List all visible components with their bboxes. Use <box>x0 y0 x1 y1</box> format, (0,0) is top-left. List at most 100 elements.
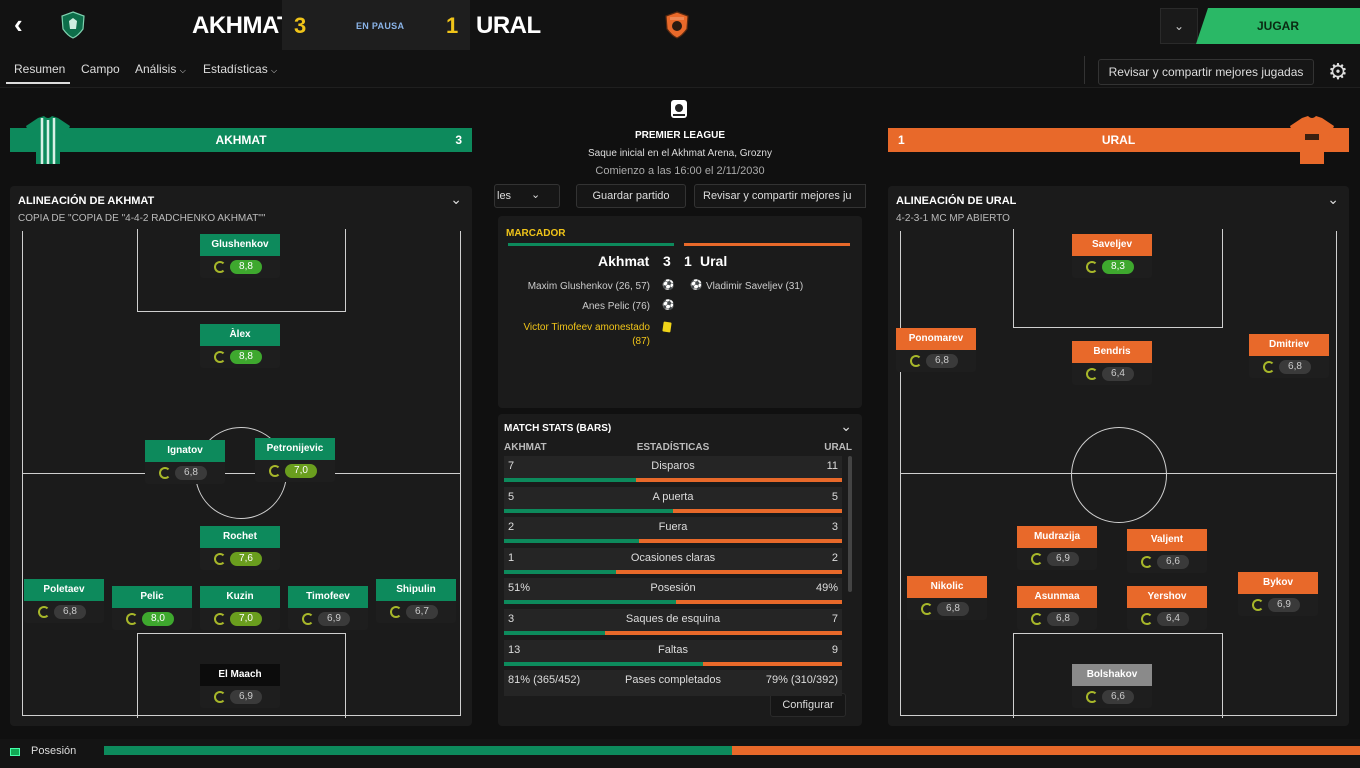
stat-home-value: 3 <box>508 613 515 625</box>
player-name[interactable]: Yershov <box>1127 586 1207 608</box>
player-name[interactable]: Petronijevic <box>255 438 335 460</box>
player-name[interactable]: Valjent <box>1127 529 1207 551</box>
chevron-down-icon: ⌄ <box>531 189 541 201</box>
active-tab-indicator <box>6 82 70 84</box>
player-name[interactable]: Bolshakov <box>1072 664 1152 686</box>
player-name[interactable]: Bendris <box>1072 341 1152 363</box>
player-name[interactable]: Dmitriev <box>1249 334 1329 356</box>
stat-away-value: 5 <box>831 490 838 503</box>
player-name[interactable]: Glushenkov <box>200 234 280 256</box>
home-score: 3 <box>294 13 307 38</box>
player-rating-box: 7,6 <box>200 548 280 570</box>
stat-home-value: 1 <box>508 551 515 564</box>
stat-away-bar <box>703 661 842 666</box>
player-name[interactable]: Kuzin <box>200 586 280 608</box>
footer-label: Posesión <box>31 745 77 757</box>
review-share-button[interactable]: Revisar y compartir mejores ju <box>694 184 866 208</box>
stat-away-value: 7 <box>831 613 838 625</box>
back-arrow-icon[interactable]: ‹ <box>14 11 40 38</box>
player-name[interactable]: Saveljev <box>1072 234 1152 256</box>
chevron-down-icon[interactable]: ⌄ <box>1327 191 1339 208</box>
form-ring-icon <box>1086 691 1098 703</box>
player-rating-box: 6,6 <box>1072 686 1152 708</box>
stat-home-value: 7 <box>508 460 515 472</box>
player-rating: 6,4 <box>1102 367 1134 381</box>
player-name[interactable]: Pelic <box>112 586 192 608</box>
form-ring-icon <box>126 613 138 625</box>
chevron-down-icon[interactable]: ⌄ <box>450 191 462 208</box>
stat-label: Disparos <box>651 460 695 472</box>
scoreboard-home-score: 3 <box>663 253 671 269</box>
stat-row: A puerta 5 5 <box>504 486 842 513</box>
player-name[interactable]: Ponomarev <box>896 328 976 350</box>
stat-label: Fuera <box>658 521 688 534</box>
scoreboard-title: MARCADOR <box>506 228 566 239</box>
player-name[interactable]: Ignatov <box>145 440 225 462</box>
configure-button[interactable]: Configurar <box>770 693 846 717</box>
player-name[interactable]: Shipulin <box>376 579 456 601</box>
tab-estadisticas[interactable]: Estadísticas ⌵ <box>203 62 277 76</box>
stat-row: Ocasiones claras 1 2 <box>504 547 842 574</box>
stat-label: Faltas <box>658 643 688 656</box>
player-rating: 7,6 <box>230 552 262 566</box>
tab-analisis[interactable]: Análisis ⌵ <box>135 62 186 76</box>
player-rating: 6,9 <box>1268 598 1300 612</box>
stat-home-bar <box>504 569 616 574</box>
ural-crest-icon <box>665 11 689 39</box>
tab-resumen[interactable]: Resumen <box>14 62 65 76</box>
review-highlights-button[interactable]: Revisar y compartir mejores jugadas <box>1098 59 1314 85</box>
divider <box>1084 56 1085 84</box>
scoreboard-panel: MARCADOR Akhmat 3 1 Ural Maxim Glushenko… <box>498 216 862 408</box>
form-ring-icon <box>38 606 50 618</box>
form-ring-icon <box>214 351 226 363</box>
stat-row: Fuera 2 3 <box>504 517 842 544</box>
player-rating: 8,8 <box>230 350 262 364</box>
play-options-dropdown[interactable]: ⌄ <box>1160 8 1198 44</box>
player-name[interactable]: Mudrazija <box>1017 526 1097 548</box>
stat-row: Disparos 7 11 <box>504 456 842 482</box>
stats-scrollbar[interactable] <box>848 456 852 592</box>
player-rating: 6,8 <box>175 466 207 480</box>
form-ring-icon <box>1086 368 1098 380</box>
tab-campo[interactable]: Campo <box>81 62 120 76</box>
player-rating: 6,9 <box>318 612 350 626</box>
chevron-down-icon: ⌄ <box>1173 19 1185 33</box>
booking-event-minute: (87) <box>632 336 650 347</box>
footer-bar: Posesión <box>0 739 1360 768</box>
player-rating: 6,8 <box>1047 612 1079 626</box>
save-match-button[interactable]: Guardar partido <box>576 184 686 208</box>
gear-icon[interactable]: ⚙ <box>1324 58 1352 86</box>
goal-event: Maxim Glushenkov (26, 57) <box>527 281 650 292</box>
player-rating-box: 6,8 <box>907 598 987 620</box>
chevron-down-icon: ⌵ <box>271 66 278 75</box>
player-rating: 8,8 <box>230 260 262 274</box>
player-name[interactable]: El Maach <box>200 664 280 686</box>
form-ring-icon <box>269 465 281 477</box>
match-status: EN PAUSA <box>356 21 405 31</box>
player-name[interactable]: Timofeev <box>288 586 368 608</box>
stat-away-value: 3 <box>831 521 838 534</box>
player-rating-box: 7,0 <box>200 608 280 630</box>
player-rating: 6,8 <box>54 605 86 619</box>
chevron-down-icon[interactable]: ⌄ <box>840 418 852 435</box>
player-name[interactable]: Bykov <box>1238 572 1318 594</box>
form-ring-icon <box>1252 599 1264 611</box>
player-name[interactable]: Rochet <box>200 526 280 548</box>
stat-away-value: 11 <box>826 460 838 472</box>
player-rating-box: 6,9 <box>288 608 368 630</box>
goal-event: Anes Pelic (76) <box>582 301 650 312</box>
player-rating-box: 6,7 <box>376 601 456 623</box>
player-rating-box: 6,4 <box>1072 363 1152 385</box>
stat-row: Faltas 13 9 <box>504 639 842 666</box>
league-logo-icon <box>671 100 687 118</box>
form-ring-icon <box>921 603 933 615</box>
player-name[interactable]: Asunmaa <box>1017 586 1097 608</box>
play-button[interactable]: JUGAR <box>1196 8 1360 44</box>
stat-row: Posesión 51% 49% <box>504 578 842 605</box>
player-rating: 6,9 <box>1047 552 1079 566</box>
player-name[interactable]: Poletaev <box>24 579 104 601</box>
home-bar-name: AKHMAT <box>215 133 267 147</box>
player-name[interactable]: Àlex <box>200 324 280 346</box>
highlights-dropdown[interactable]: les ⌄ <box>494 184 560 208</box>
player-name[interactable]: Nikolic <box>907 576 987 598</box>
